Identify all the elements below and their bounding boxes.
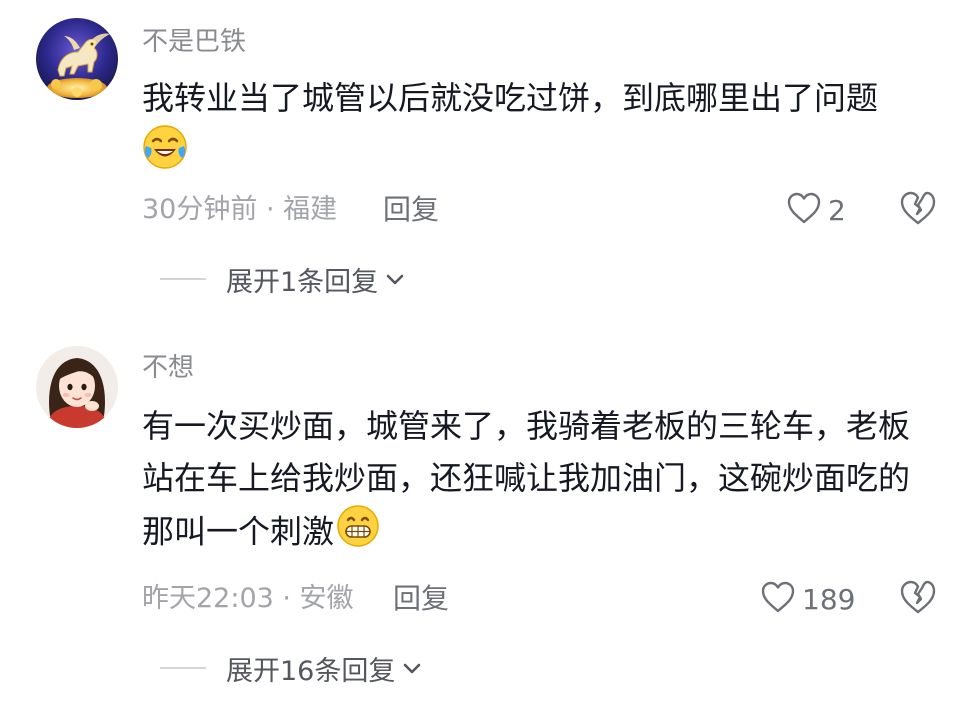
- like-button[interactable]: 189: [760, 579, 855, 619]
- broken-heart-icon: [898, 580, 938, 619]
- heart-outline-icon: [760, 580, 796, 618]
- divider-line: [160, 278, 206, 280]
- divider-line: [160, 667, 206, 669]
- time-location: 30分钟前 · 福建: [142, 194, 338, 225]
- expand-replies-label: 展开1条回复: [226, 266, 379, 298]
- username[interactable]: 不想: [142, 353, 194, 383]
- chevron-down-icon: [401, 657, 423, 679]
- avatar[interactable]: [36, 346, 118, 428]
- grinning-teeth-emoji: [336, 504, 380, 563]
- expand-replies[interactable]: 展开16条回复: [160, 651, 423, 687]
- username[interactable]: 不是巴铁: [142, 27, 246, 57]
- crying-laughing-emoji: [142, 124, 188, 185]
- avatar[interactable]: [36, 18, 118, 100]
- like-count: 2: [828, 193, 846, 227]
- like-count: 189: [802, 582, 856, 616]
- reply-button[interactable]: 回复: [383, 194, 439, 226]
- dislike-button[interactable]: [898, 579, 938, 619]
- comment-text: 我转业当了城管以后就没吃过饼，到底哪里出了问题: [142, 72, 932, 185]
- time-location: 昨天22:03 · 安徽: [142, 583, 354, 614]
- heart-outline-icon: [786, 191, 822, 229]
- dislike-button[interactable]: [898, 190, 938, 230]
- comment-text: 有一次买炒面，城管来了，我骑着老板的三轮车，老板站在车上给我炒面，还狂喊让我加油…: [142, 400, 932, 563]
- chevron-down-icon: [384, 268, 406, 290]
- comment-text-body: 我转业当了城管以后就没吃过饼，到底哪里出了问题: [142, 79, 879, 117]
- broken-heart-icon: [898, 191, 938, 230]
- comment-text-body: 有一次买炒面，城管来了，我骑着老板的三轮车，老板站在车上给我炒面，还狂喊让我加油…: [142, 407, 911, 551]
- like-button[interactable]: 2: [786, 190, 846, 230]
- expand-replies[interactable]: 展开1条回复: [160, 262, 406, 298]
- reply-button[interactable]: 回复: [393, 583, 449, 615]
- expand-replies-label: 展开16条回复: [226, 655, 396, 687]
